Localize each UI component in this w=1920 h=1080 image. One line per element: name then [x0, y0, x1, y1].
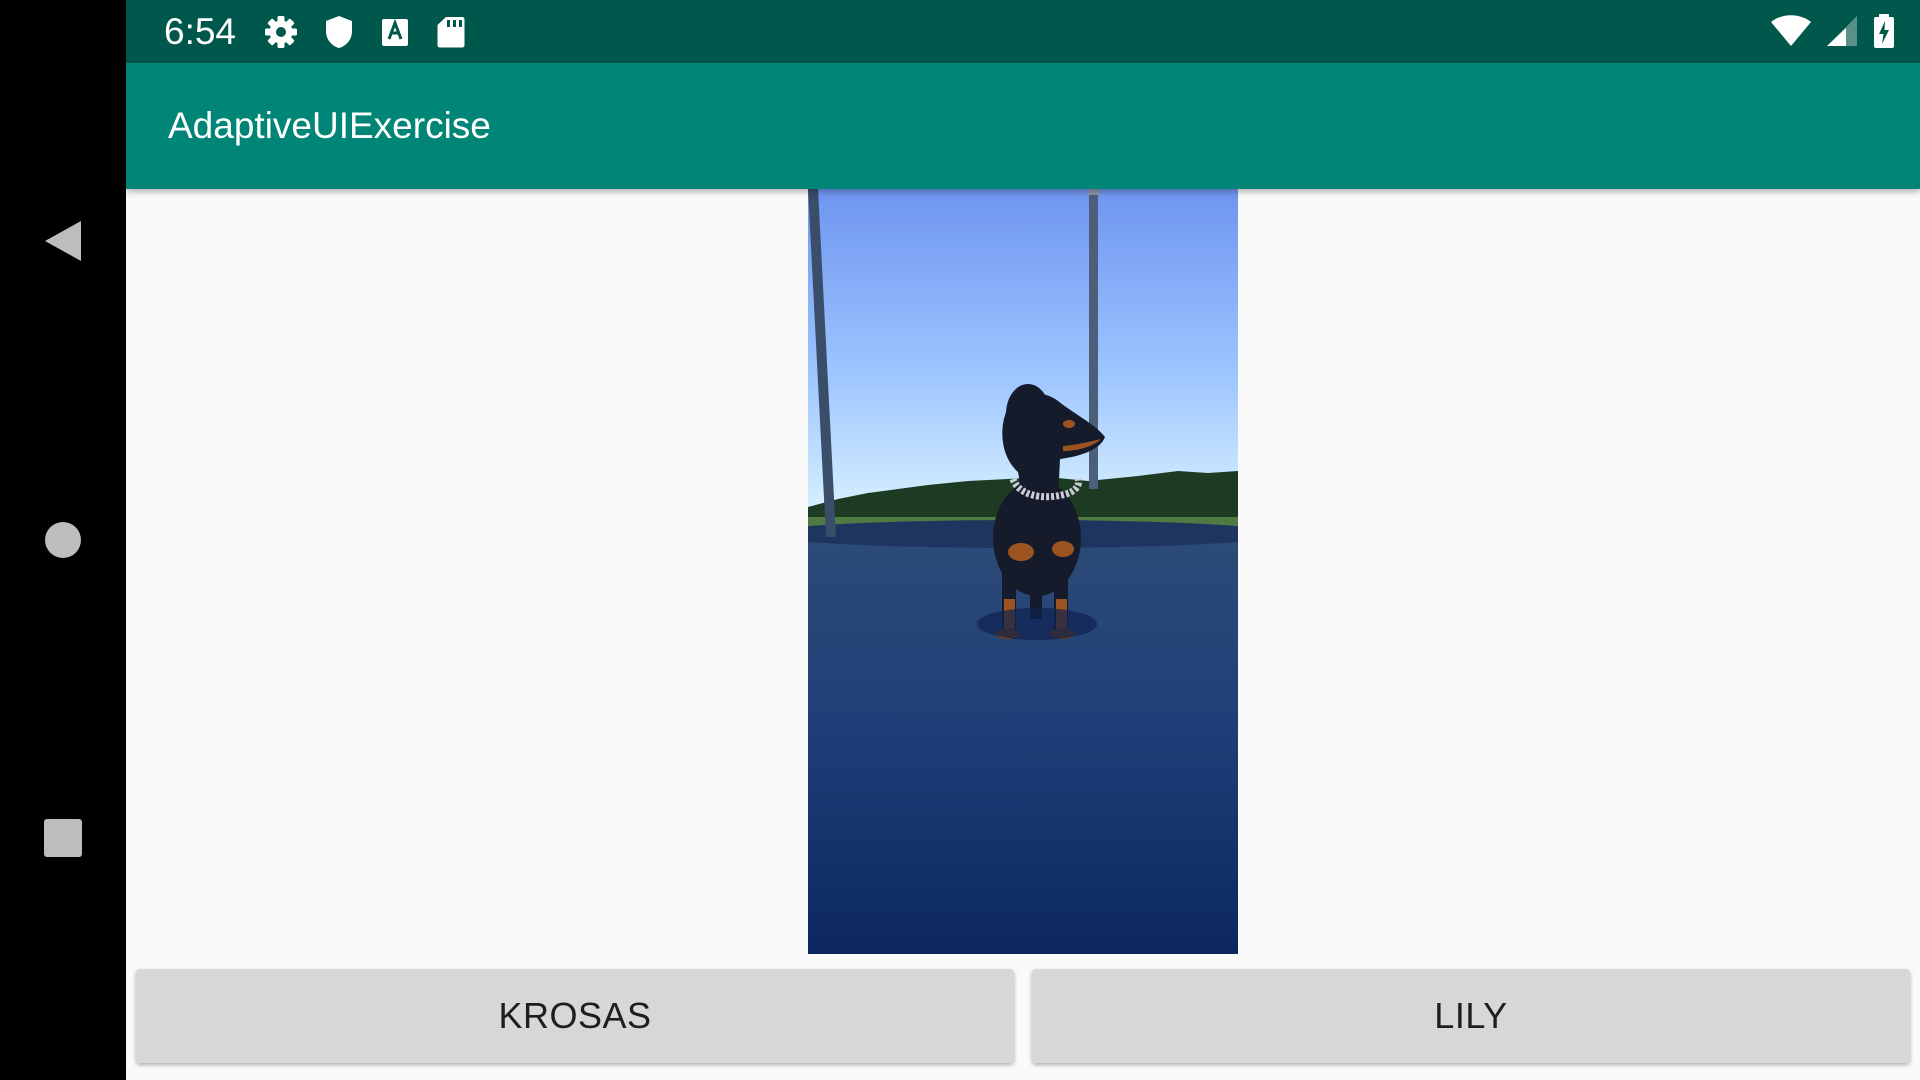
cellular-signal-icon	[1826, 13, 1858, 49]
app-bar: AdaptiveUIExercise	[126, 63, 1920, 189]
home-icon	[45, 522, 81, 558]
status-bar: 6:54	[126, 0, 1920, 63]
back-button[interactable]	[0, 186, 126, 296]
app-title: AdaptiveUIExercise	[168, 105, 491, 146]
navigation-bar	[0, 0, 126, 1080]
dog-photo	[808, 189, 1238, 954]
home-button[interactable]	[0, 485, 126, 595]
keyboard-a-icon	[379, 14, 411, 50]
recents-button[interactable]	[0, 783, 126, 893]
krosas-button[interactable]: KROSAS	[136, 969, 1014, 1063]
shield-icon	[323, 14, 355, 50]
recents-icon	[44, 819, 82, 857]
back-icon	[45, 221, 81, 261]
sd-card-icon	[435, 14, 467, 50]
android-screen: 6:54 AdaptiveUIExercise KROSAS LILY	[0, 0, 1920, 1080]
wifi-icon	[1770, 13, 1812, 49]
lily-button[interactable]: LILY	[1032, 969, 1910, 1063]
main-content: KROSAS LILY	[126, 189, 1920, 1080]
gear-icon	[263, 14, 299, 50]
status-clock: 6:54	[164, 11, 237, 52]
battery-charging-icon	[1872, 13, 1896, 49]
